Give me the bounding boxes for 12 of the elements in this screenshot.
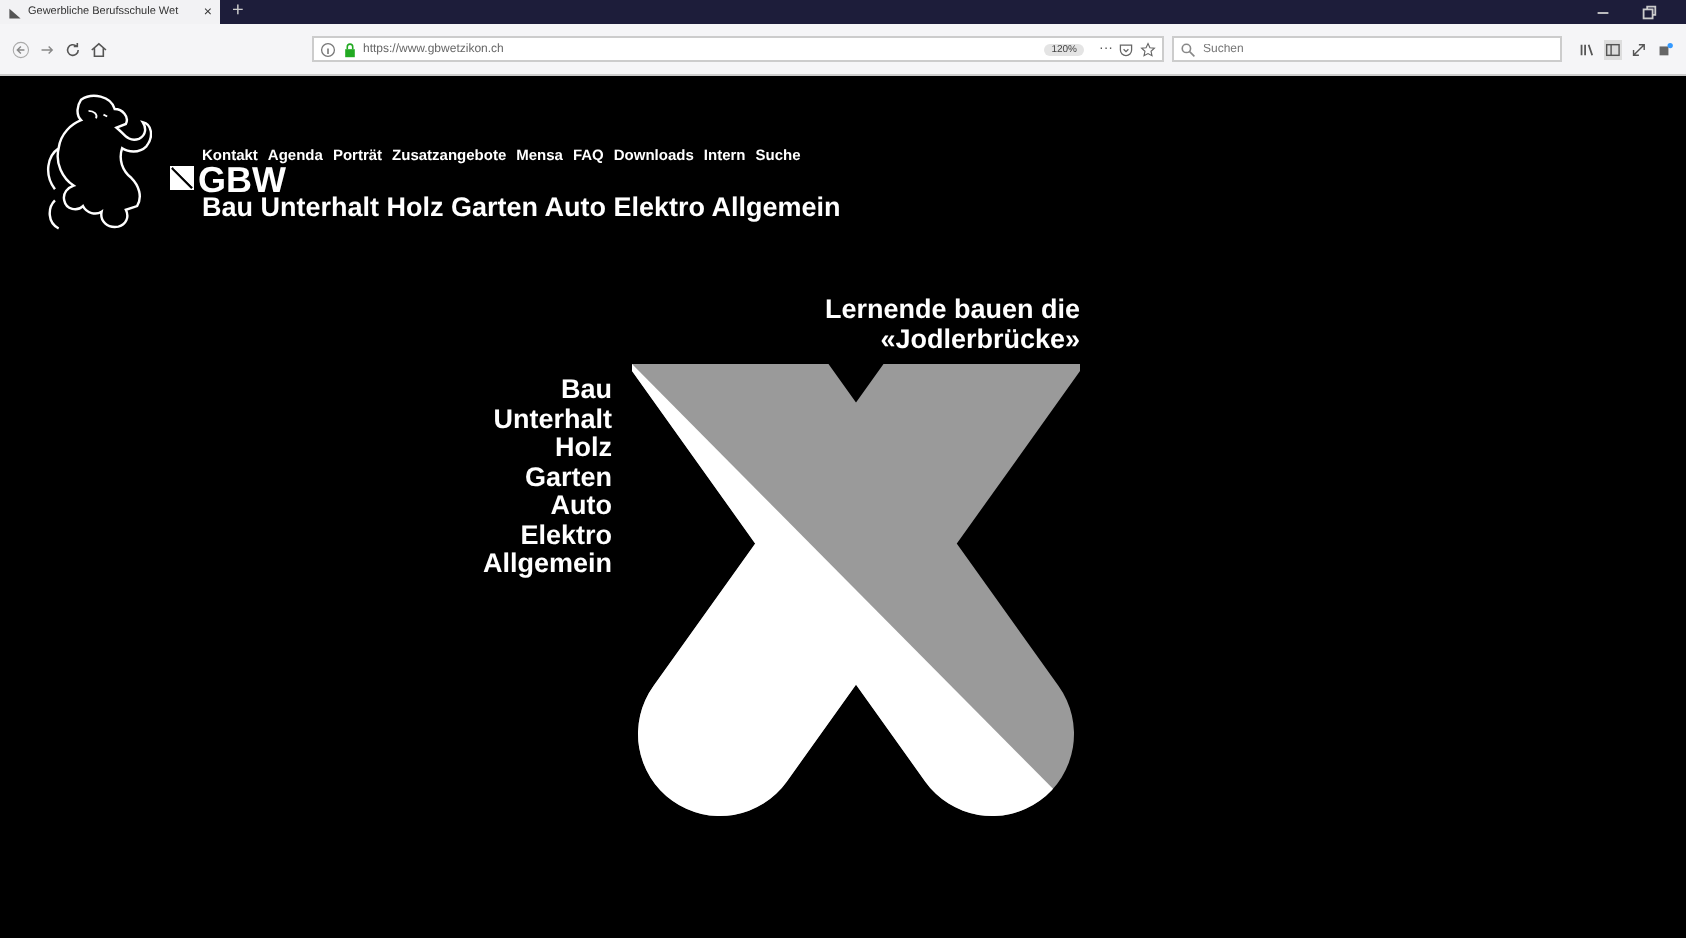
department-link[interactable]: Allgemein [482,550,612,579]
department-link[interactable]: Auto [550,492,612,521]
department-link[interactable]: Elektro [520,521,612,550]
department-link[interactable]: Unterhalt [493,405,612,434]
departments-tagline: Bau Unterhalt Holz Garten Auto Elektro Allgemein [202,194,841,222]
department-link[interactable]: Bau [560,376,612,405]
headline-text[interactable]: «Jodlerbrücke» [880,325,1080,354]
logo-text[interactable]: GBW [198,166,286,194]
headline-text[interactable]: Lernende bauen die [824,296,1080,325]
department-link[interactable]: Holz [555,434,612,463]
department-link[interactable]: Garten [524,463,612,492]
new-tab-button[interactable]: + [232,2,244,22]
